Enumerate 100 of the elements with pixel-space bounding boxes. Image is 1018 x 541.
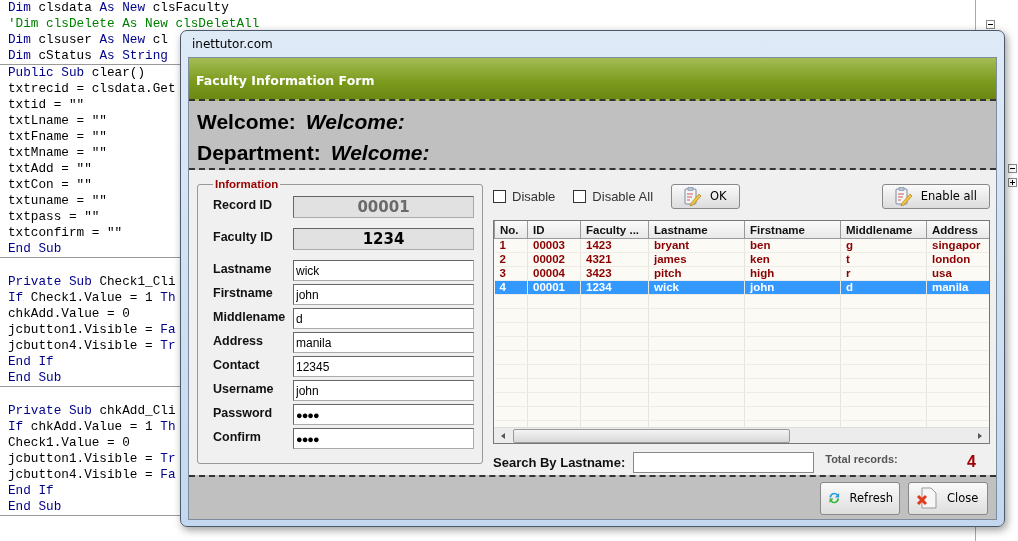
field-label: Address <box>213 333 265 348</box>
code-line: jcbutton4.Visible = Tr <box>8 338 176 354</box>
field-label: Lastname <box>213 261 273 276</box>
code-line: End If <box>8 483 54 499</box>
code-line: Private Sub chkAdd_Cli <box>8 403 176 419</box>
code-line: txtMname = "" <box>8 145 107 161</box>
expand-icon[interactable] <box>1008 178 1017 187</box>
welcome-value: Welcome: <box>305 109 405 134</box>
code-line: txtFname = "" <box>8 129 107 145</box>
table-cell: 1 <box>494 238 528 253</box>
column-header[interactable]: Lastname <box>648 221 745 239</box>
toolbar-button[interactable]: Enable all <box>881 183 990 209</box>
table-cell: 4321 <box>580 252 649 267</box>
table-cell: 2 <box>494 252 528 267</box>
code-line: txtAdd = "" <box>8 161 92 177</box>
total-label: Total records: <box>825 453 898 465</box>
code-line: txtpass = "" <box>8 209 100 225</box>
table-row[interactable]: 1 00003 1423 bryant ben g singapor <box>494 238 989 253</box>
table-cell: james <box>648 252 745 267</box>
code-line: Dim clsuser As New cl <box>8 32 168 48</box>
input-field[interactable]: wick <box>293 260 474 281</box>
search-label: Search By Lastname: <box>493 454 626 470</box>
document-x-icon <box>915 486 939 510</box>
code-line: If chkAdd.Value = 1 Th <box>8 419 176 435</box>
table-cell: 3 <box>494 266 528 281</box>
code-line: txtconfirm = "" <box>8 225 123 241</box>
horizontal-scrollbar[interactable] <box>494 427 989 443</box>
code-line: End If <box>8 354 54 370</box>
code-line: End Sub <box>8 241 62 257</box>
password-field[interactable]: ●●●● <box>293 404 474 425</box>
table-cell: g <box>840 238 927 253</box>
search-field[interactable] <box>633 451 815 473</box>
table-cell: ben <box>744 238 841 253</box>
password-field[interactable]: ●●●● <box>293 428 474 449</box>
code-line: jcbutton1.Visible = Tr <box>8 451 176 467</box>
table-cell: r <box>840 266 927 281</box>
table-cell: london <box>926 252 989 267</box>
code-line: Check1.Value = 0 <box>8 435 130 451</box>
table-cell: singapor <box>926 238 989 253</box>
code-line: txtuname = "" <box>8 193 107 209</box>
welcome-value: Welcome: <box>330 140 430 165</box>
field-label: Firstname <box>213 285 274 300</box>
input-field[interactable]: john <box>293 380 474 401</box>
checkbox[interactable]: Disable <box>493 188 556 204</box>
field-label: Password <box>213 405 274 420</box>
column-header[interactable]: No. <box>494 221 528 239</box>
table-cell: 00002 <box>527 252 581 267</box>
code-line: txtCon = "" <box>8 177 92 193</box>
table-cell: 00003 <box>527 238 581 253</box>
column-header[interactable]: ID <box>527 221 581 239</box>
checkbox-box[interactable] <box>573 189 587 203</box>
field-label: Record ID <box>213 197 274 212</box>
code-line: Dim cStatus As String <box>8 48 168 64</box>
field-label: Username <box>213 381 275 396</box>
column-header[interactable]: Middlename <box>840 221 927 239</box>
form-title: Faculty Information Form <box>196 73 375 88</box>
input-field[interactable]: manila <box>293 332 474 353</box>
checkbox-box[interactable] <box>493 189 506 203</box>
code-line: Public Sub clear() <box>8 65 146 81</box>
code-line: 'Dim clsDelete As New clsDeletAll <box>8 16 260 32</box>
checkbox[interactable]: Disable All <box>573 188 654 204</box>
group-legend: Information <box>213 178 281 190</box>
input-field[interactable]: 12345 <box>293 356 474 377</box>
code-line: End Sub <box>8 499 62 515</box>
field-label: Confirm <box>213 429 262 444</box>
code-line: End Sub <box>8 370 62 386</box>
toolbar-button[interactable]: OK <box>671 183 740 209</box>
code-line: Private Sub Check1_Cli <box>8 274 176 290</box>
notepad-pencil-icon <box>892 186 913 206</box>
collapse-icon[interactable] <box>1008 164 1017 173</box>
column-header[interactable]: Faculty ... <box>580 221 649 239</box>
code-line: jcbutton4.Visible = Fa <box>8 467 176 483</box>
column-header[interactable]: Firstname <box>744 221 841 239</box>
input-field[interactable]: john <box>293 284 474 305</box>
collapse-icon[interactable] <box>986 20 995 29</box>
column-header[interactable]: Address <box>926 221 989 239</box>
total-count: 4 <box>967 453 976 471</box>
code-line: chkAdd.Value = 0 <box>8 306 130 322</box>
table-cell: usa <box>926 266 989 281</box>
table-cell: ken <box>744 252 841 267</box>
footer-button[interactable]: Close <box>908 481 988 515</box>
table-cell: pitch <box>648 266 745 281</box>
table-cell: 3423 <box>580 266 649 281</box>
table-row[interactable]: 3 00004 3423 pitch high r usa <box>494 266 989 281</box>
table-cell: t <box>840 252 927 267</box>
table-cell: high <box>744 266 841 281</box>
code-line: txtid = "" <box>8 97 85 113</box>
table-cell: 1423 <box>580 238 649 253</box>
window-title: inettutor.com <box>192 37 273 51</box>
field-label: Faculty ID <box>213 229 274 244</box>
table-cell: bryant <box>648 238 745 253</box>
code-line: jcbutton1.Visible = Fa <box>8 322 176 338</box>
footer-button[interactable]: Refresh <box>820 481 900 515</box>
table-cell: 00004 <box>527 266 581 281</box>
id-field[interactable]: 1234 <box>293 228 474 250</box>
code-line: If Check1.Value = 1 Th <box>8 290 176 306</box>
code-line: txtrecid = clsdata.Get <box>8 81 176 97</box>
field-label: Contact <box>213 357 261 372</box>
input-field[interactable]: d <box>293 308 474 329</box>
table-row[interactable]: 2 00002 4321 james ken t london <box>494 252 989 267</box>
